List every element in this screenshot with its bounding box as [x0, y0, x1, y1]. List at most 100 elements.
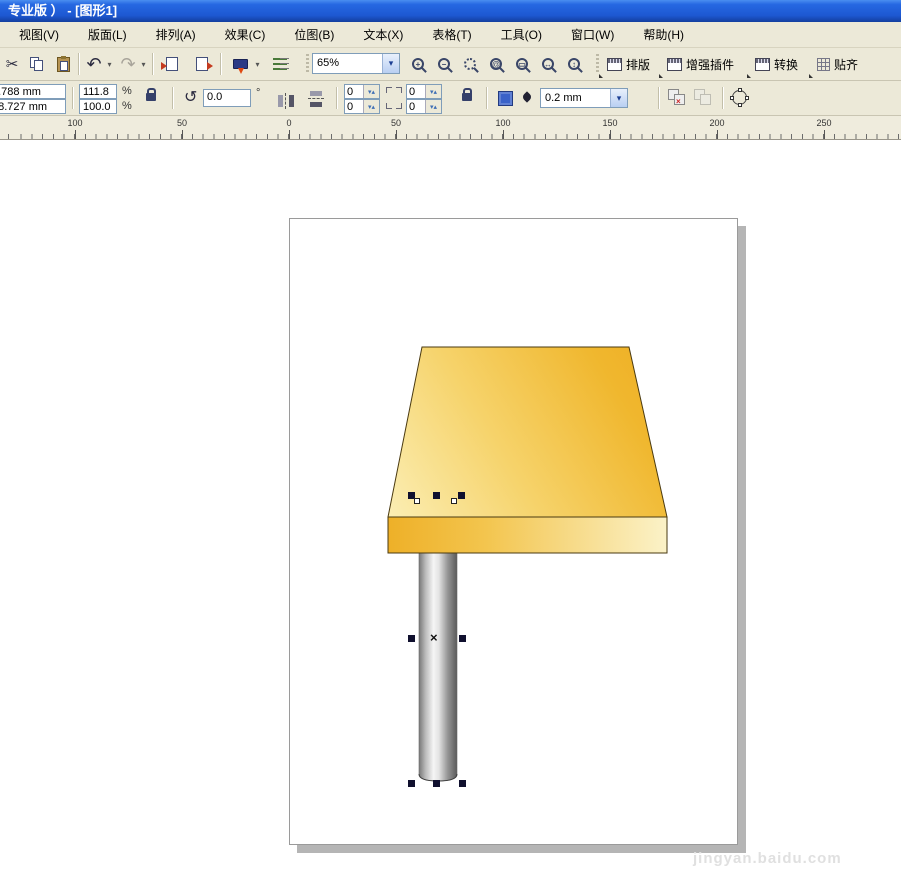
lamp-shade-rim-shape[interactable] — [388, 517, 667, 553]
corner-lock-icon[interactable] — [462, 93, 472, 101]
menu-arrange[interactable]: 排列(A) — [146, 22, 206, 47]
zoom-all-objects-button[interactable]: @ — [484, 52, 508, 76]
toolbar-separator — [220, 53, 222, 75]
ruler-label: 50 — [391, 118, 401, 128]
copy-button[interactable] — [26, 52, 48, 76]
undo-button[interactable]: ↶ — [84, 52, 104, 76]
selection-handle[interactable] — [433, 780, 440, 787]
export-button[interactable] — [190, 52, 214, 76]
plugins-toolbar-button[interactable]: 增强插件 — [667, 52, 734, 76]
title-bar: 专业版 ） - [图形1] — [0, 0, 901, 22]
spinner-arrows-icon[interactable]: ▾▴ — [363, 100, 379, 113]
redo-dropdown[interactable]: ▾ — [138, 52, 148, 76]
menu-tools[interactable]: 工具(O) — [491, 22, 552, 47]
rotation-angle-field[interactable]: 0.0 — [203, 89, 251, 107]
mirror-vertical-button[interactable] — [306, 87, 326, 111]
options-button[interactable] — [268, 52, 292, 76]
launcher-dropdown[interactable]: ▾ — [252, 52, 262, 76]
menu-effects[interactable]: 效果(C) — [215, 22, 276, 47]
curve-node[interactable] — [451, 498, 457, 504]
menu-view[interactable]: 视图(V) — [9, 22, 69, 47]
propbar-separator — [486, 87, 488, 109]
lamp-shade-shape[interactable] — [388, 347, 667, 517]
to-front-button[interactable]: × — [668, 89, 688, 107]
zoom-to-width-button[interactable]: ↔ — [536, 52, 560, 76]
object-y-field[interactable]: 28.727 mm — [0, 99, 66, 114]
menu-layout[interactable]: 版面(L) — [78, 22, 137, 47]
outline-width-combo[interactable]: 0.2 mm ▾ — [540, 88, 628, 108]
selection-handle[interactable] — [459, 780, 466, 787]
spinner-arrows-icon[interactable]: ▾▴ — [363, 85, 379, 98]
corner-radius-field-top2[interactable]: 0 ▾▴ — [406, 84, 442, 99]
ruler-label: 100 — [67, 118, 82, 128]
lamp-drawing[interactable] — [380, 340, 670, 790]
layout-toolbar-button[interactable]: 排版 — [607, 52, 650, 76]
menu-help[interactable]: 帮助(H) — [633, 22, 694, 47]
zoom-level-combo[interactable]: 65% ▾ — [312, 53, 400, 74]
ruler-label: 250 — [816, 118, 831, 128]
curve-node[interactable] — [414, 498, 420, 504]
zoom-height-icon: ↕ — [568, 58, 580, 70]
ruler-label: 200 — [709, 118, 724, 128]
selection-center-marker[interactable]: × — [430, 633, 438, 643]
toolbar-grip[interactable] — [596, 54, 599, 74]
lamp-pole-shape[interactable] — [419, 553, 457, 781]
zoom-selected-button[interactable] — [458, 52, 482, 76]
menu-text[interactable]: 文本(X) — [353, 22, 413, 47]
menu-bitmaps[interactable]: 位图(B) — [284, 22, 344, 47]
corner-radius-field-bottom[interactable]: 0 ▾▴ — [344, 99, 380, 114]
selection-handle[interactable] — [408, 780, 415, 787]
undo-dropdown[interactable]: ▾ — [104, 52, 114, 76]
chevron-down-icon: ▾ — [617, 93, 622, 104]
cut-button[interactable]: ✂ — [2, 52, 22, 76]
convert-to-curves-button[interactable] — [732, 90, 747, 105]
ruler-major-tick — [396, 130, 397, 139]
snap-toolbar-button[interactable]: 贴齐 — [817, 52, 858, 76]
corner-radius-field-bottom2[interactable]: 0 ▾▴ — [406, 99, 442, 114]
toolbar-grip[interactable] — [306, 54, 309, 74]
import-button[interactable] — [160, 52, 184, 76]
corner-bracket-icon — [396, 103, 402, 109]
zoom-to-height-button[interactable]: ↕ — [562, 52, 586, 76]
to-back-button[interactable] — [694, 89, 714, 107]
horizontal-ruler[interactable]: 100 50 0 50 100 150 200 250 — [0, 116, 901, 140]
outline-combo-dropdown[interactable]: ▾ — [610, 89, 627, 107]
drawing-canvas[interactable]: × jingyan.baidu.com — [0, 140, 901, 888]
paste-button[interactable] — [52, 52, 74, 76]
redo-button[interactable]: ↷ — [118, 52, 138, 76]
propbar-separator — [658, 87, 660, 109]
spinner-arrows-icon[interactable]: ▾▴ — [425, 85, 441, 98]
mirror-horizontal-button[interactable] — [276, 89, 296, 113]
degree-sign: ° — [256, 87, 260, 99]
wrap-text-button[interactable] — [498, 91, 513, 106]
object-x-field[interactable]: 7.788 mm — [0, 84, 66, 99]
convert-toolbar-button[interactable]: 转换 — [755, 52, 798, 76]
scale-v-field[interactable]: 100.0 — [79, 99, 117, 114]
selection-handle[interactable] — [433, 492, 440, 499]
mirror-vertical-icon — [310, 91, 322, 107]
zoom-level-value: 65% — [313, 54, 382, 73]
application-launcher-button[interactable] — [228, 52, 252, 76]
selection-handle[interactable] — [459, 635, 466, 642]
ruler-major-tick — [824, 130, 825, 139]
ruler-major-tick — [717, 130, 718, 139]
scale-lock-icon[interactable] — [146, 93, 156, 101]
ruler-label: 50 — [177, 118, 187, 128]
corner-radius-field-top[interactable]: 0 ▾▴ — [344, 84, 380, 99]
snap-label: 贴齐 — [834, 56, 858, 73]
plugins-label: 增强插件 — [686, 56, 734, 73]
spinner-arrows-icon[interactable]: ▾▴ — [425, 100, 441, 113]
propbar-separator — [72, 87, 74, 109]
zoom-to-page-button[interactable]: ▭ — [510, 52, 534, 76]
scale-h-field[interactable]: 111.8 — [79, 84, 117, 99]
menu-window[interactable]: 窗口(W) — [561, 22, 624, 47]
window-title: 专业版 ） - [图形1] — [8, 3, 117, 18]
zoom-combo-dropdown[interactable]: ▾ — [382, 54, 399, 73]
menu-table[interactable]: 表格(T) — [422, 22, 481, 47]
zoom-in-button[interactable]: + — [406, 52, 430, 76]
selection-handle[interactable] — [408, 635, 415, 642]
toolbar-separator — [152, 53, 154, 75]
selection-handle[interactable] — [458, 492, 465, 499]
zoom-out-button[interactable]: − — [432, 52, 456, 76]
rotation-icon: ↺ — [184, 87, 197, 107]
